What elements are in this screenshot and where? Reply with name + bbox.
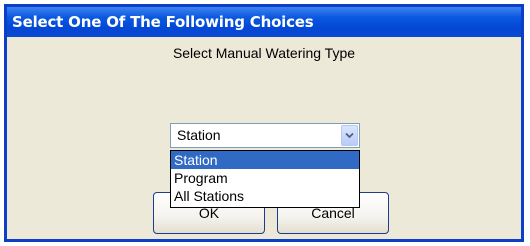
dropdown-arrow-button[interactable] — [341, 125, 358, 146]
dialog-prompt: Select Manual Watering Type — [172, 45, 356, 61]
watering-type-options[interactable]: Station Program All Stations — [170, 150, 360, 208]
option-all-stations[interactable]: All Stations — [171, 187, 359, 205]
option-program[interactable]: Program — [171, 169, 359, 187]
select-current-value: Station — [177, 127, 221, 143]
option-station[interactable]: Station — [171, 151, 359, 169]
dialog-title: Select One Of The Following Choices — [7, 7, 521, 37]
watering-type-select[interactable]: Station — [170, 123, 360, 148]
chevron-down-icon — [345, 132, 354, 139]
